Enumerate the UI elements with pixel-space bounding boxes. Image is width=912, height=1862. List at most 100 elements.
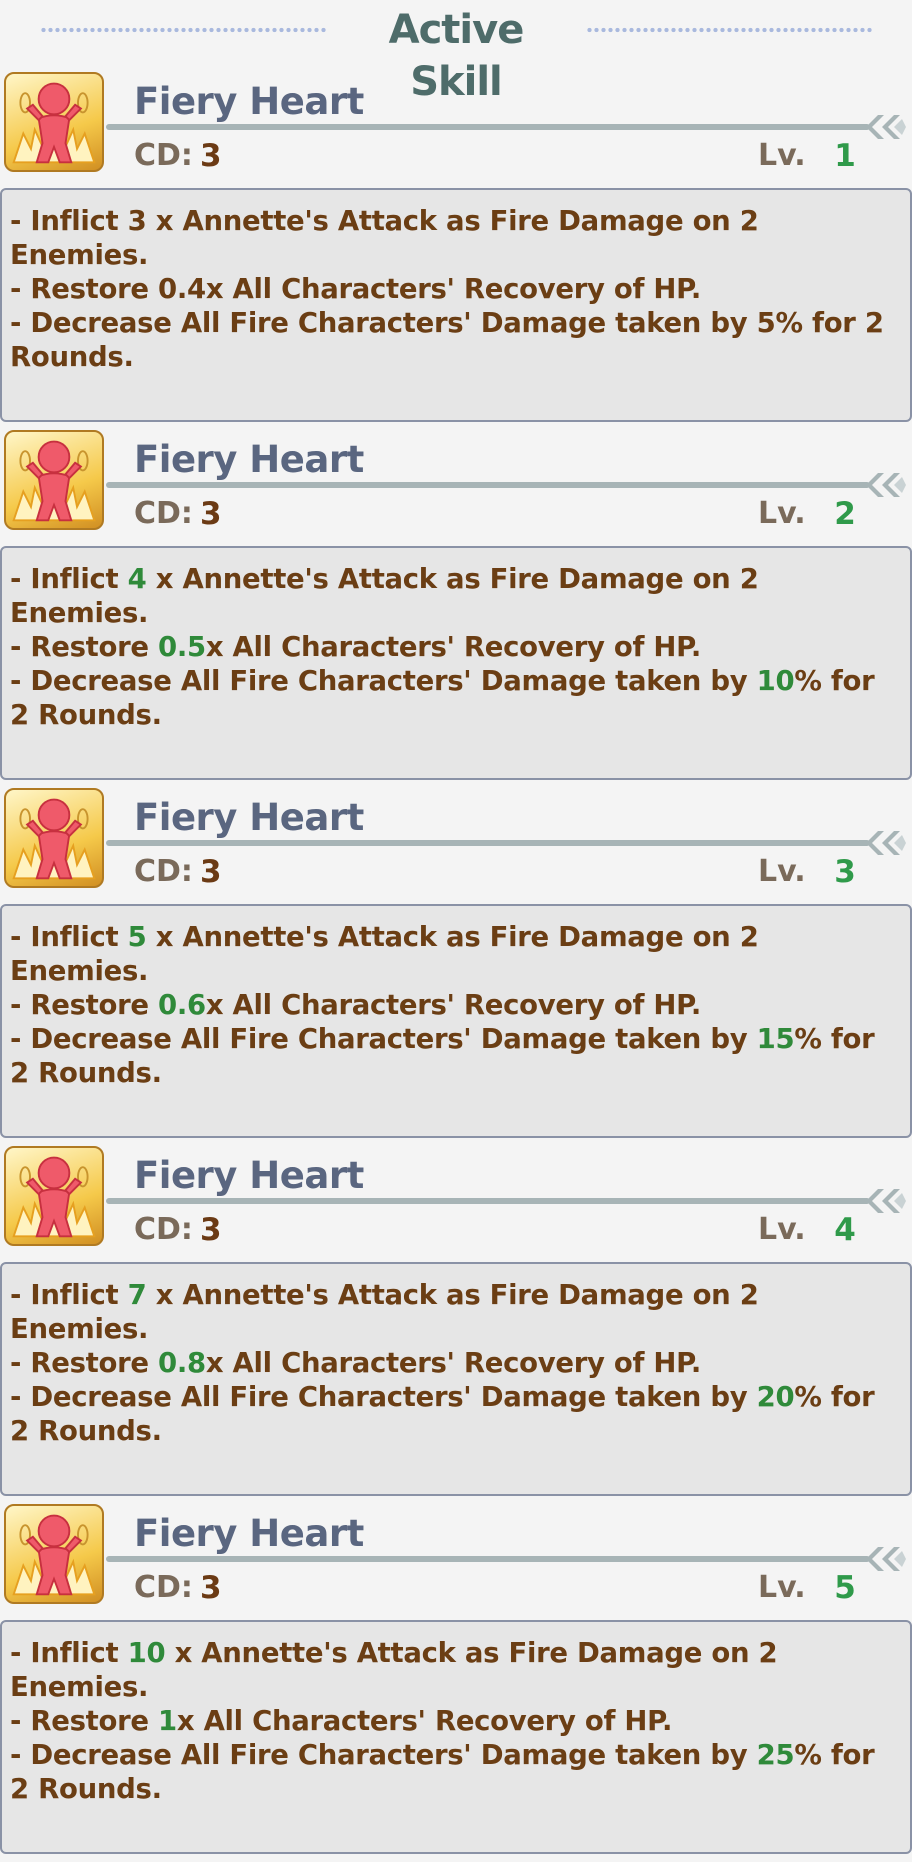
scaling-value: 4 bbox=[127, 563, 147, 595]
cd-value: 3 bbox=[200, 854, 222, 890]
description-text: - Decrease All Fire Characters' Damage t… bbox=[10, 1739, 757, 1771]
skill-level-card-5: Fiery Heart CD: 3 Lv. 5 - Inflict 10 x A… bbox=[0, 1494, 912, 1854]
level-value: 4 bbox=[834, 1212, 856, 1248]
level-value: 3 bbox=[834, 854, 856, 890]
skill-level-card-4: Fiery Heart CD: 3 Lv. 4 - Inflict 7 x An… bbox=[0, 1136, 912, 1496]
scaling-value: 0.5 bbox=[158, 631, 206, 663]
description-line-decrease: - Decrease All Fire Characters' Damage t… bbox=[10, 1738, 902, 1806]
description-text: - Decrease All Fire Characters' Damage t… bbox=[10, 307, 757, 339]
description-line-damage: - Inflict 5 x Annette's Attack as Fire D… bbox=[10, 920, 902, 988]
description-line-restore: - Restore 0.4x All Characters' Recovery … bbox=[10, 272, 902, 306]
description-text: - Restore bbox=[10, 273, 159, 305]
section-title: Active Skill bbox=[388, 7, 525, 105]
description-text: x All Characters' Recovery of HP. bbox=[205, 631, 702, 663]
cd-label: CD: bbox=[134, 138, 193, 173]
skill-description: - Inflict 7 x Annette's Attack as Fire D… bbox=[0, 1262, 912, 1496]
scaling-value: 5 bbox=[756, 307, 776, 339]
scaling-value: 0.8 bbox=[158, 1347, 206, 1379]
level-label: Lv. bbox=[758, 1570, 806, 1605]
description-text: - Inflict bbox=[10, 205, 128, 237]
cd-label: CD: bbox=[134, 1570, 193, 1605]
description-text: - Inflict bbox=[10, 921, 128, 953]
skill-description: - Inflict 5 x Annette's Attack as Fire D… bbox=[0, 904, 912, 1138]
description-text: x All Characters' Recovery of HP. bbox=[205, 1347, 702, 1379]
skill-level-card-3: Fiery Heart CD: 3 Lv. 3 - Inflict 5 x An… bbox=[0, 778, 912, 1138]
scaling-value: 1 bbox=[158, 1705, 177, 1737]
double-chevron-right-icon bbox=[866, 1189, 906, 1213]
description-line-decrease: - Decrease All Fire Characters' Damage t… bbox=[10, 306, 902, 374]
description-line-decrease: - Decrease All Fire Characters' Damage t… bbox=[10, 1022, 902, 1090]
level-label: Lv. bbox=[758, 138, 806, 173]
description-text: - Decrease All Fire Characters' Damage t… bbox=[10, 665, 757, 697]
description-line-damage: - Inflict 10 x Annette's Attack as Fire … bbox=[10, 1636, 902, 1704]
cd-label: CD: bbox=[134, 1212, 193, 1247]
double-chevron-right-icon bbox=[866, 473, 906, 497]
description-text: - Inflict bbox=[10, 563, 128, 595]
scaling-value: 10 bbox=[756, 665, 795, 697]
description-text: - Decrease All Fire Characters' Damage t… bbox=[10, 1023, 757, 1055]
scaling-value: 25 bbox=[756, 1739, 795, 1771]
level-value: 2 bbox=[834, 496, 856, 532]
skill-level-card-2: Fiery Heart CD: 3 Lv. 2 - Inflict 4 x An… bbox=[0, 420, 912, 780]
section-header: Active Skill bbox=[0, 0, 912, 105]
level-value: 1 bbox=[834, 138, 856, 174]
cd-value: 3 bbox=[200, 138, 222, 174]
cd-value: 3 bbox=[200, 496, 222, 532]
description-text: x All Characters' Recovery of HP. bbox=[176, 1705, 673, 1737]
description-text: - Inflict bbox=[10, 1279, 128, 1311]
cd-label: CD: bbox=[134, 496, 193, 531]
scaling-value: 10 bbox=[127, 1637, 166, 1669]
fiery-heart-skill-icon bbox=[4, 72, 104, 172]
title-underline bbox=[106, 124, 870, 130]
description-line-damage: - Inflict 4 x Annette's Attack as Fire D… bbox=[10, 562, 902, 630]
level-label: Lv. bbox=[758, 854, 806, 889]
skill-description: - Inflict 3 x Annette's Attack as Fire D… bbox=[0, 188, 912, 422]
description-text: - Restore bbox=[10, 1705, 159, 1737]
skill-name: Fiery Heart bbox=[134, 1154, 364, 1197]
description-line-decrease: - Decrease All Fire Characters' Damage t… bbox=[10, 1380, 902, 1448]
skill-name: Fiery Heart bbox=[134, 80, 364, 123]
cd-value: 3 bbox=[200, 1212, 222, 1248]
scaling-value: 5 bbox=[127, 921, 147, 953]
fiery-heart-skill-icon bbox=[4, 1146, 104, 1246]
description-line-restore: - Restore 1x All Characters' Recovery of… bbox=[10, 1704, 902, 1738]
description-text: - Restore bbox=[10, 1347, 159, 1379]
description-text: x All Characters' Recovery of HP. bbox=[205, 989, 702, 1021]
double-chevron-right-icon bbox=[866, 831, 906, 855]
description-line-damage: - Inflict 7 x Annette's Attack as Fire D… bbox=[10, 1278, 902, 1346]
skill-description: - Inflict 10 x Annette's Attack as Fire … bbox=[0, 1620, 912, 1854]
description-text: - Restore bbox=[10, 631, 159, 663]
description-text: x All Characters' Recovery of HP. bbox=[205, 273, 702, 305]
level-label: Lv. bbox=[758, 496, 806, 531]
description-text: - Inflict bbox=[10, 1637, 128, 1669]
scaling-value: 20 bbox=[756, 1381, 795, 1413]
scaling-value: 0.4 bbox=[158, 273, 206, 305]
header-dotted-divider-left bbox=[40, 26, 328, 34]
header-dotted-divider-right bbox=[586, 26, 872, 34]
description-line-restore: - Restore 0.8x All Characters' Recovery … bbox=[10, 1346, 902, 1380]
skill-name: Fiery Heart bbox=[134, 1512, 364, 1555]
description-text: - Decrease All Fire Characters' Damage t… bbox=[10, 1381, 757, 1413]
title-underline bbox=[106, 1198, 870, 1204]
fiery-heart-skill-icon bbox=[4, 788, 104, 888]
scaling-value: 0.6 bbox=[158, 989, 206, 1021]
scaling-value: 7 bbox=[127, 1279, 147, 1311]
title-underline bbox=[106, 1556, 870, 1562]
description-text: - Restore bbox=[10, 989, 159, 1021]
fiery-heart-skill-icon bbox=[4, 1504, 104, 1604]
skill-name: Fiery Heart bbox=[134, 796, 364, 839]
cd-label: CD: bbox=[134, 854, 193, 889]
skill-description: - Inflict 4 x Annette's Attack as Fire D… bbox=[0, 546, 912, 780]
level-value: 5 bbox=[834, 1570, 856, 1606]
description-line-damage: - Inflict 3 x Annette's Attack as Fire D… bbox=[10, 204, 902, 272]
description-line-decrease: - Decrease All Fire Characters' Damage t… bbox=[10, 664, 902, 732]
title-underline bbox=[106, 840, 870, 846]
description-line-restore: - Restore 0.5x All Characters' Recovery … bbox=[10, 630, 902, 664]
double-chevron-right-icon bbox=[866, 1547, 906, 1571]
title-underline bbox=[106, 482, 870, 488]
level-label: Lv. bbox=[758, 1212, 806, 1247]
scaling-value: 15 bbox=[756, 1023, 795, 1055]
fiery-heart-skill-icon bbox=[4, 430, 104, 530]
description-line-restore: - Restore 0.6x All Characters' Recovery … bbox=[10, 988, 902, 1022]
cd-value: 3 bbox=[200, 1570, 222, 1606]
